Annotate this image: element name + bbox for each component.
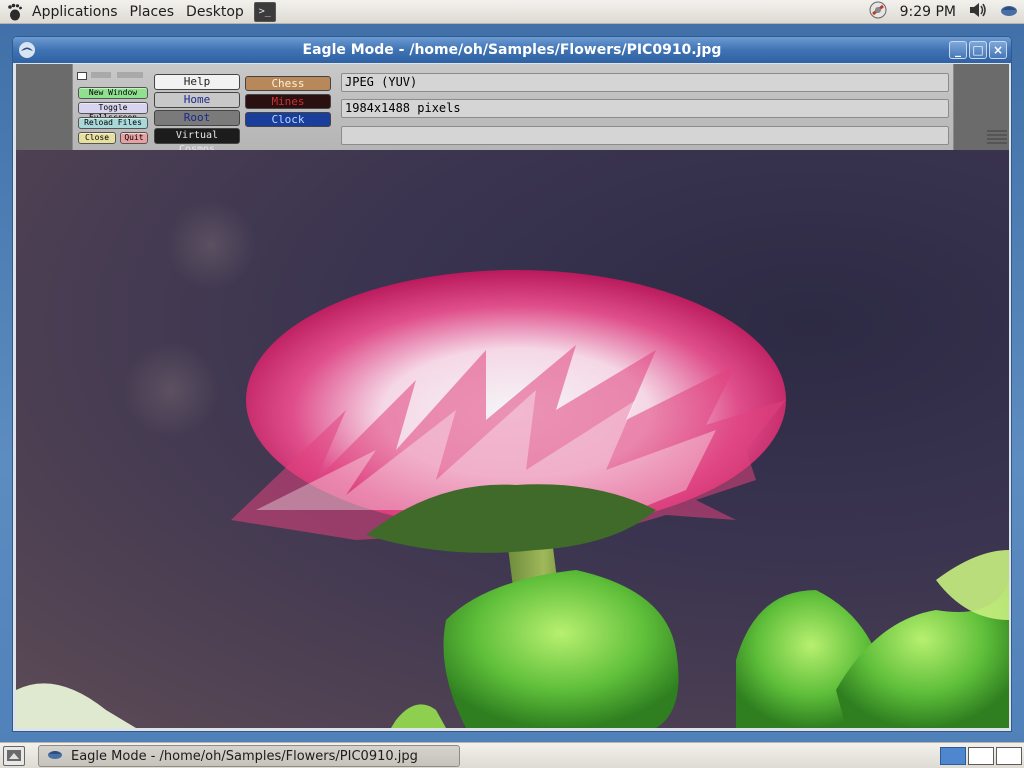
thumbnail-icon[interactable] — [117, 72, 143, 78]
mines-bookmark-button[interactable]: Mines — [245, 94, 331, 109]
terminal-icon[interactable]: >_ — [253, 1, 276, 22]
maximize-button[interactable]: □ — [969, 41, 987, 59]
menu-applications[interactable]: Applications — [26, 0, 124, 24]
new-window-button[interactable]: New Window — [78, 87, 148, 99]
reload-files-button[interactable]: Reload Files — [78, 117, 148, 129]
window-titlebar[interactable]: Eagle Mode - /home/oh/Samples/Flowers/PI… — [13, 37, 1011, 63]
toggle-fullscreen-button[interactable]: Toggle Fullscreen — [78, 102, 148, 122]
volume-icon[interactable] — [968, 1, 988, 23]
workspace-3[interactable] — [996, 747, 1022, 765]
workspace-2[interactable] — [968, 747, 994, 765]
flower-image — [16, 200, 1009, 728]
eagle-icon[interactable] — [18, 41, 36, 59]
file-format-field: JPEG (YUV) — [341, 73, 949, 92]
eagle-mode-window: Eagle Mode - /home/oh/Samples/Flowers/PI… — [12, 36, 1012, 732]
clock-text[interactable]: 9:29 PM — [900, 4, 956, 20]
image-size-field: 1984x1488 pixels — [341, 99, 949, 118]
panel-left-border — [16, 64, 72, 150]
eagle-icon[interactable] — [1000, 1, 1018, 23]
help-bookmark-button[interactable]: Help — [154, 74, 240, 90]
taskbar-window-button[interactable]: Eagle Mode - /home/oh/Samples/Flowers/PI… — [38, 745, 460, 767]
menu-desktop[interactable]: Desktop — [180, 0, 250, 24]
flower-photo[interactable] — [16, 150, 1009, 728]
taskbar-window-title: Eagle Mode - /home/oh/Samples/Flowers/PI… — [71, 748, 418, 764]
chess-bookmark-button[interactable]: Chess — [245, 76, 331, 91]
root-bookmark-button[interactable]: Root — [154, 110, 240, 126]
workspace-switcher[interactable] — [940, 747, 1022, 765]
virtual-cosmos-bookmark-button[interactable]: Virtual Cosmos — [154, 128, 240, 155]
thumbnail-icon[interactable] — [91, 72, 111, 78]
show-desktop-icon[interactable] — [3, 746, 25, 766]
bottom-panel: Eagle Mode - /home/oh/Samples/Flowers/PI… — [0, 742, 1024, 768]
system-tray: 9:29 PM — [868, 0, 1024, 24]
gnome-foot-icon[interactable] — [6, 3, 24, 21]
checkbox-icon[interactable] — [77, 72, 87, 80]
home-bookmark-button[interactable]: Home — [154, 92, 240, 108]
close-button[interactable]: × — [989, 41, 1007, 59]
menu-places[interactable]: Places — [124, 0, 181, 24]
control-panel: New Window Toggle Fullscreen Reload File… — [16, 64, 1009, 155]
workspace-1[interactable] — [940, 747, 966, 765]
clock-bookmark-button[interactable]: Clock — [245, 112, 331, 127]
quit-button[interactable]: Quit — [120, 132, 148, 144]
network-icon[interactable] — [868, 0, 888, 24]
scroll-grip-icon[interactable] — [987, 130, 1007, 148]
eagle-icon — [47, 746, 63, 766]
comment-field[interactable] — [341, 126, 949, 145]
top-panel: Applications Places Desktop >_ 9:29 PM — [0, 0, 1024, 24]
general-group-header — [75, 66, 145, 80]
minimize-button[interactable]: _ — [949, 41, 967, 59]
close-view-button[interactable]: Close — [78, 132, 116, 144]
control-panel-inner: New Window Toggle Fullscreen Reload File… — [72, 64, 954, 155]
window-title: Eagle Mode - /home/oh/Samples/Flowers/PI… — [302, 42, 722, 58]
